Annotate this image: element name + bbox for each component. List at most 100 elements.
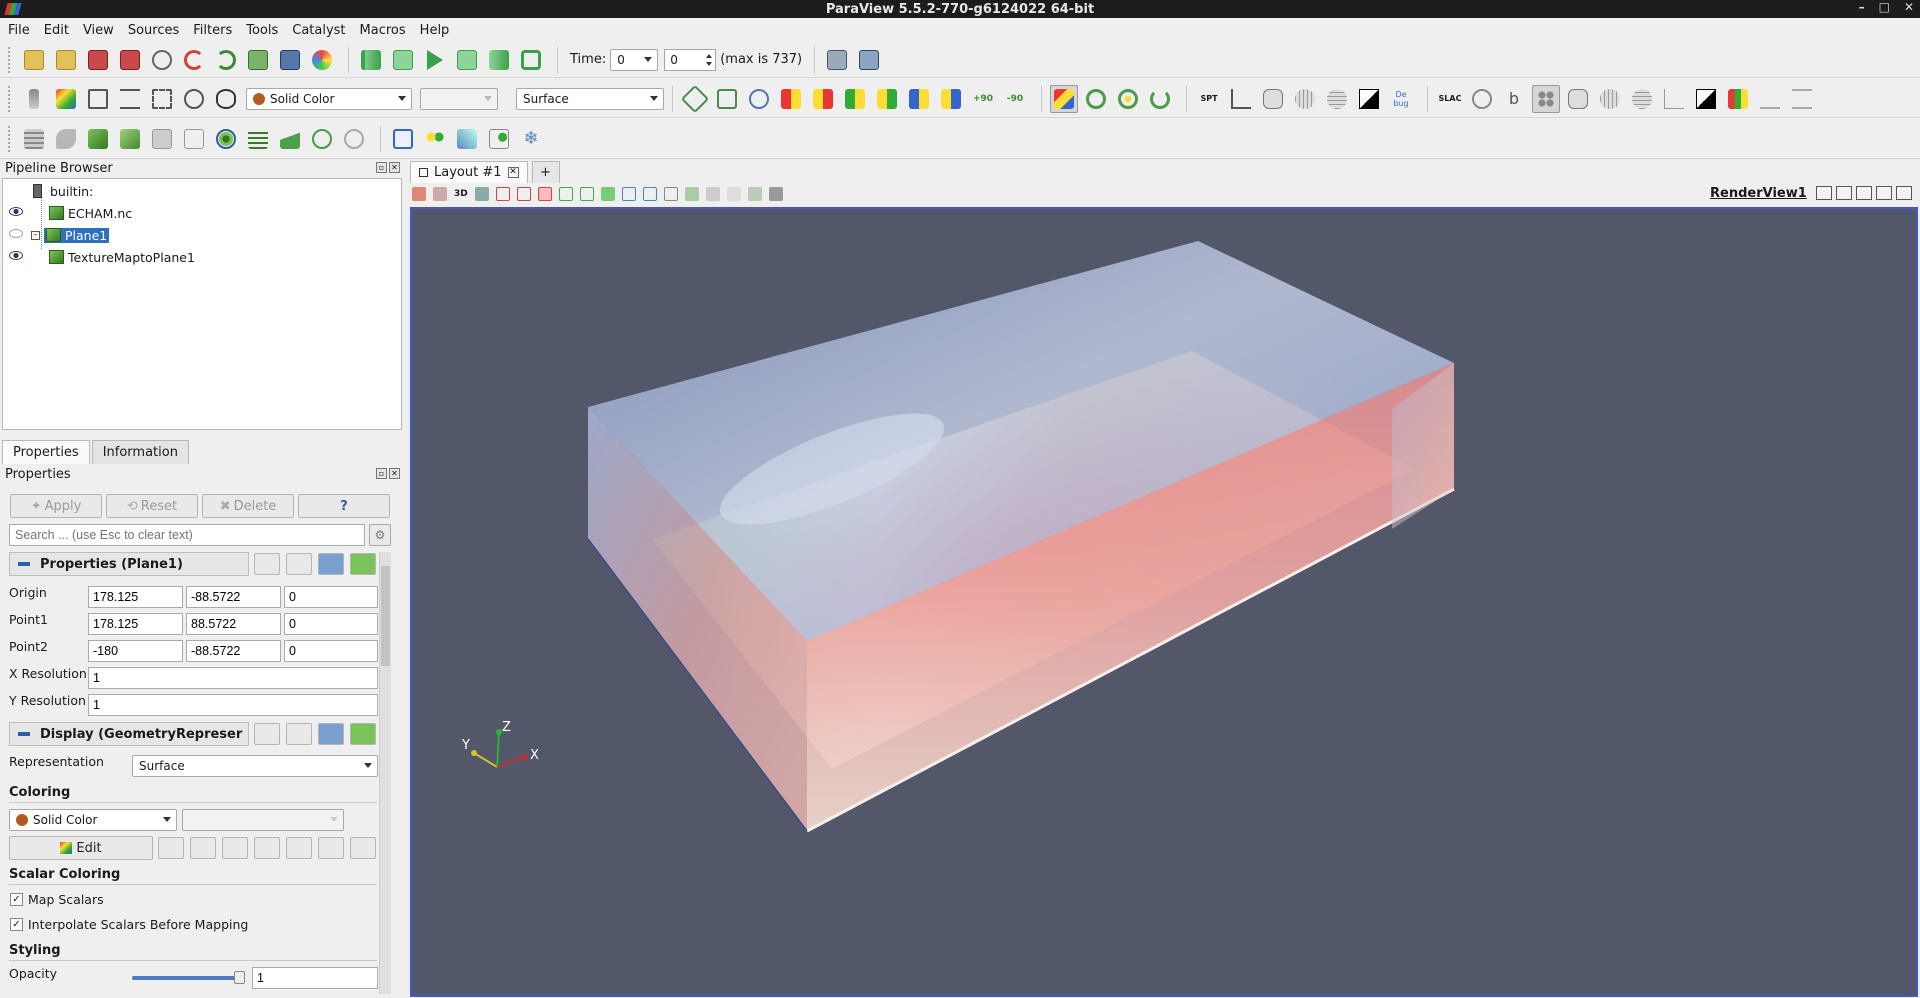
show-legend-button[interactable] xyxy=(318,837,344,859)
mesh2-button[interactable] xyxy=(1628,85,1656,113)
tab-layout-1[interactable]: Layout #1 ✕ xyxy=(410,161,528,183)
menu-help[interactable]: Help xyxy=(420,23,450,38)
last-frame-button[interactable] xyxy=(485,46,513,74)
coloring-combo[interactable]: Solid Color xyxy=(246,87,412,110)
view-plus-z-button[interactable] xyxy=(905,85,933,113)
ring-button[interactable] xyxy=(1468,85,1496,113)
reset-button[interactable]: ⟲ Reset xyxy=(106,494,198,518)
tab-properties[interactable]: Properties xyxy=(2,440,90,464)
properties-scrollbar[interactable] xyxy=(379,552,391,994)
cylinder2-button[interactable] xyxy=(1564,85,1592,113)
plot-over-line-button[interactable] xyxy=(421,125,449,153)
edit-camera-button[interactable] xyxy=(855,46,883,74)
grid2-button[interactable] xyxy=(1596,85,1624,113)
undock-icon[interactable]: ▫ xyxy=(376,468,387,479)
measure-button[interactable] xyxy=(1788,85,1816,113)
select-points-on-icon[interactable] xyxy=(516,187,531,201)
visible-range-button[interactable] xyxy=(212,85,240,113)
opacity-slider-track[interactable] xyxy=(132,976,244,980)
save-state-button[interactable] xyxy=(116,46,144,74)
tree-item-texture[interactable]: TextureMaptoPlane1 xyxy=(49,247,195,267)
tree-item-echam[interactable]: ECHAM.nc xyxy=(49,203,132,223)
maximize-view-icon[interactable] xyxy=(1856,186,1872,200)
origin-x-field[interactable] xyxy=(88,586,183,608)
color-palette-button[interactable] xyxy=(308,46,336,74)
reset-range-button[interactable] xyxy=(84,85,112,113)
reset-camera-button[interactable] xyxy=(680,84,710,113)
representation-dropdown[interactable]: Surface xyxy=(132,755,378,777)
interactive-select-cells-icon[interactable] xyxy=(642,187,657,201)
undo-button[interactable] xyxy=(180,46,208,74)
copy-properties-button[interactable] xyxy=(254,553,280,575)
shrink-selection-icon[interactable] xyxy=(747,187,762,201)
scrollbar-thumb[interactable] xyxy=(381,566,390,666)
collapse-icon[interactable]: - xyxy=(31,230,40,240)
view-3d-toggle[interactable]: 3D xyxy=(454,189,468,199)
save-screenshot-button[interactable] xyxy=(276,46,304,74)
opacity-slider-handle[interactable] xyxy=(234,971,245,984)
maximize-button[interactable]: □ xyxy=(1879,0,1890,14)
menu-filters[interactable]: Filters xyxy=(193,23,232,38)
toolbar-handle[interactable] xyxy=(8,46,14,73)
find-data-button[interactable] xyxy=(389,125,417,153)
menu-macros[interactable]: Macros xyxy=(360,23,406,38)
origin-y-field[interactable] xyxy=(186,586,281,608)
menu-sources[interactable]: Sources xyxy=(128,23,179,38)
x-resolution-field[interactable] xyxy=(88,667,378,689)
menu-edit[interactable]: Edit xyxy=(44,23,69,38)
time-step-spinbox[interactable]: 0 xyxy=(664,48,717,71)
reset-center-button[interactable] xyxy=(1114,85,1142,113)
slac-button[interactable]: SLAC xyxy=(1436,85,1464,113)
apply-button[interactable]: ✦ Apply xyxy=(10,494,102,518)
paste-display-button[interactable] xyxy=(286,723,312,745)
rotate-plus-90-button[interactable]: +90 xyxy=(969,85,997,113)
view-minus-y-button[interactable] xyxy=(873,85,901,113)
point1-y-field[interactable] xyxy=(186,613,281,635)
connect-button[interactable] xyxy=(148,46,176,74)
interpolate-scalars-checkbox[interactable]: ✓ xyxy=(10,918,23,931)
camera-redo-icon[interactable] xyxy=(433,187,447,201)
new-layout-tab-button[interactable]: + xyxy=(531,161,560,183)
time-value-combo[interactable]: 0 xyxy=(610,48,659,71)
hover-points-icon[interactable] xyxy=(684,187,699,201)
rescale-visible-button[interactable] xyxy=(180,85,208,113)
point1-z-field[interactable] xyxy=(284,613,378,635)
save-data-button[interactable] xyxy=(84,46,112,74)
save-display-defaults-button[interactable] xyxy=(350,723,376,745)
threshold-button[interactable] xyxy=(148,125,176,153)
stream-tracer-button[interactable] xyxy=(244,125,272,153)
toggle-3d-interaction-button[interactable] xyxy=(1050,84,1078,113)
warp-by-vector-button[interactable] xyxy=(276,125,304,153)
point1-x-field[interactable] xyxy=(88,613,183,635)
zoom-to-data-button[interactable] xyxy=(713,85,741,113)
contrast2-button[interactable] xyxy=(1692,85,1720,113)
copy-display-button[interactable] xyxy=(254,723,280,745)
ruler-button[interactable] xyxy=(1756,85,1784,113)
rescale-custom-button[interactable] xyxy=(116,85,144,113)
sphere-grid-button[interactable] xyxy=(1291,85,1319,113)
probe-location-button[interactable] xyxy=(485,125,513,153)
paste-properties-button[interactable] xyxy=(286,553,312,575)
use-separate-map-button[interactable] xyxy=(158,837,184,859)
restore-view-icon[interactable] xyxy=(1876,186,1892,200)
capture-screenshot-icon[interactable] xyxy=(474,187,489,201)
next-frame-button[interactable] xyxy=(453,46,481,74)
point2-x-field[interactable] xyxy=(88,640,183,662)
point2-y-field[interactable] xyxy=(186,640,281,662)
recent-files-button[interactable] xyxy=(52,46,80,74)
extract-subset-button[interactable] xyxy=(180,125,208,153)
rescale-visible-range-button[interactable] xyxy=(286,837,312,859)
axis-probe-button[interactable] xyxy=(1724,85,1752,113)
close-panel-icon[interactable]: ✕ xyxy=(389,162,400,173)
tree-item-plane1[interactable]: - Plane1 xyxy=(31,225,110,245)
rotate-minus-90-button[interactable]: -90 xyxy=(1001,85,1029,113)
select-polygon-cells-icon[interactable] xyxy=(579,187,594,201)
grow-selection-icon[interactable] xyxy=(726,187,741,201)
delete-button[interactable]: ✖ Delete xyxy=(202,494,294,518)
split-vertical-icon[interactable] xyxy=(1836,186,1852,200)
close-view-icon[interactable] xyxy=(1896,186,1912,200)
select-points-through-icon[interactable] xyxy=(558,187,573,201)
loop-button[interactable] xyxy=(517,46,545,74)
y-resolution-field[interactable] xyxy=(88,694,378,716)
menu-file[interactable]: File xyxy=(8,23,30,38)
